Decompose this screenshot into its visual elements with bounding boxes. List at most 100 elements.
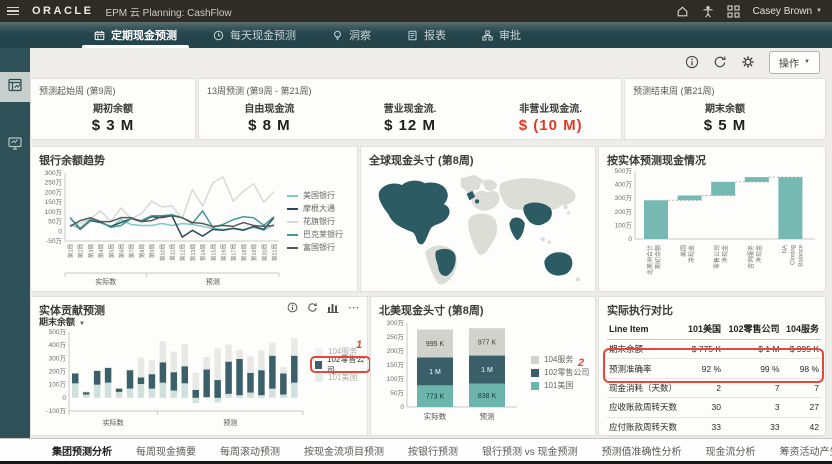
legend-swatch [531, 369, 539, 377]
column-header: 101美国 [684, 319, 723, 340]
legend-item[interactable]: 101美国 [531, 379, 589, 392]
dashboard-tab-7[interactable]: 预测值准确性分析 [590, 443, 694, 458]
svg-text:300万: 300万 [387, 319, 405, 327]
svg-text:200万: 200万 [49, 368, 67, 376]
svg-text:第20周: 第20周 [260, 244, 268, 261]
panel-cash-by-entity: 按实体预测现金情况 0100万200万300万400万500万北美洲合计期初余额… [598, 146, 826, 292]
actions-button[interactable]: 操作 ▼ [769, 51, 820, 74]
svg-text:零售公司: 零售公司 [713, 245, 721, 269]
table-header-row: Line Item101美国102零售公司104服务 [607, 319, 821, 340]
svg-text:净现金: 净现金 [755, 245, 763, 263]
region-benelux [475, 199, 479, 203]
panel-title: 实际执行对比 [607, 302, 673, 318]
svg-text:第18周: 第18周 [240, 244, 248, 261]
kpi-item: 营业现金流.$ 12 M [340, 99, 481, 135]
column-header: 102零售公司 [723, 319, 782, 340]
sidebar-item-infolets[interactable] [0, 130, 30, 160]
dashboard-tab-9[interactable]: 筹资活动产生的现金 [768, 443, 832, 458]
table-row: 预测准确率92 %99 %98 % [607, 359, 821, 378]
svg-text:净现金: 净现金 [721, 245, 729, 263]
svg-text:美国: 美国 [680, 245, 688, 257]
panel-global-cash-position: 全球现金头寸 (第8周) [360, 146, 596, 292]
legend-swatch [287, 221, 298, 223]
dashboard-tab-5[interactable]: 按银行预测 [396, 443, 470, 458]
dashboard-tab-1[interactable]: 集团预测分析 [40, 443, 124, 458]
dashboard-tab-6[interactable]: 银行预测 vs 现金预测 [470, 443, 590, 458]
info-icon[interactable] [685, 55, 699, 69]
refresh-icon[interactable] [307, 302, 318, 313]
nav-tab-4[interactable]: 报表 [389, 22, 464, 48]
accessibility-icon[interactable] [702, 5, 714, 18]
more-menu-icon[interactable]: ⋯ [348, 305, 359, 311]
dashboard-tab-bar: 集团预测分析每周现金摘要每周滚动预测按现金流项目预测按银行预测银行预测 vs 现… [0, 438, 832, 464]
nav-tab-label: 审批 [499, 27, 521, 43]
entity-waterfall-chart: 0100万200万300万400万500万北美洲合计期初余额美国净现金零售公司净… [603, 165, 823, 291]
svg-text:第10周: 第10周 [158, 244, 166, 261]
nav-tab-3[interactable]: 洞察 [314, 22, 389, 48]
svg-text:第7周: 第7周 [128, 244, 136, 258]
legend-item[interactable]: 巴克莱银行 [287, 228, 343, 241]
user-menu[interactable]: Casey Brown ▼ [753, 6, 822, 17]
app-grid-icon[interactable] [727, 5, 740, 18]
chevron-down-icon: ▼ [816, 8, 822, 14]
kpi-value: $ 12 M [384, 117, 436, 134]
user-name: Casey Brown [753, 6, 812, 17]
legend-item[interactable]: 101美国 [315, 371, 367, 384]
svg-text:第11周: 第11周 [169, 244, 177, 261]
svg-text:200万: 200万 [387, 347, 405, 355]
chart-type-icon[interactable] [327, 302, 339, 313]
legend-label: 摩根大通 [303, 203, 335, 214]
dashboard-icon [7, 77, 23, 98]
settings-gear-icon[interactable] [741, 55, 755, 69]
hamburger-menu-icon[interactable] [0, 7, 26, 16]
nav-tab-5[interactable]: 审批 [464, 22, 539, 48]
region-india [509, 217, 524, 240]
dashboard-tab-2[interactable]: 每周现金摘要 [124, 443, 208, 458]
table-cell: 27 [782, 398, 821, 417]
svg-text:977 K: 977 K [478, 339, 497, 346]
nav-tab-1[interactable]: 定期现金预测 [76, 22, 195, 48]
svg-text:100万: 100万 [45, 208, 63, 216]
region-africa [468, 214, 497, 255]
svg-text:200万: 200万 [45, 188, 63, 196]
dashboard-tab-3[interactable]: 每周滚动预测 [208, 443, 292, 458]
dashboard-tab-4[interactable]: 按现金流项目预测 [292, 443, 396, 458]
svg-text:北美洲合计: 北美洲合计 [646, 245, 654, 275]
legend-item[interactable]: 102零售公司 [315, 358, 367, 371]
legend-swatch [287, 234, 298, 236]
legend-swatch [287, 195, 298, 197]
table-cell: 42 [782, 417, 821, 436]
svg-text:净现金: 净现金 [688, 245, 696, 263]
legend-item[interactable]: 摩根大通 [287, 202, 343, 215]
page-toolbar: 操作 ▼ [30, 48, 832, 76]
actual-execution-table: Line Item101美国102零售公司104服务期末余额$ 775 K$ 1… [607, 319, 821, 437]
refresh-icon[interactable] [713, 55, 727, 69]
bank-trend-legend: 美国银行摩根大通花旗银行巴克莱银行富国银行 [287, 189, 343, 254]
svg-text:1 M: 1 M [429, 369, 441, 376]
nav-tab-label: 每天现金预测 [230, 27, 296, 43]
table-cell: 现金消耗（天数） [607, 378, 684, 397]
legend-label: 巴克莱银行 [303, 229, 343, 240]
svg-text:第15周: 第15周 [209, 244, 217, 261]
svg-text:150万: 150万 [45, 198, 63, 206]
table-cell: 2 [684, 378, 723, 397]
nav-tab-2[interactable]: 每天现金预测 [195, 22, 314, 48]
table-row: 期末余额$ 775 K$ 1 M$ 995 K [607, 340, 821, 359]
dashboard-tab-8[interactable]: 现金流分析 [694, 443, 768, 458]
sidebar-item-dashboards[interactable] [0, 72, 30, 102]
nav-tab-label: 报表 [424, 27, 446, 43]
table-cell: 7 [782, 378, 821, 397]
table-cell: 7 [723, 378, 782, 397]
svg-text:0: 0 [58, 228, 62, 235]
kpi-card-13-week-forecast: 13周预测 (第9周 - 第21周) 自由现金流$ 8 M营业现金流.$ 12 … [198, 78, 622, 140]
home-icon[interactable] [676, 5, 689, 18]
legend-item[interactable]: 花旗银行 [287, 215, 343, 228]
reports-icon [407, 30, 418, 41]
table-cell: 30 [684, 398, 723, 417]
svg-text:50万: 50万 [390, 389, 404, 397]
info-icon[interactable] [287, 302, 298, 313]
app-title: EPM 云 Planning: CashFlow [105, 4, 231, 19]
panel-entity-contribution: 实体贡献预测 ⋯ 期末余额▼ -100万0100万200万300万400万500… [30, 296, 368, 436]
legend-item[interactable]: 富国银行 [287, 241, 343, 254]
legend-item[interactable]: 美国银行 [287, 189, 343, 202]
